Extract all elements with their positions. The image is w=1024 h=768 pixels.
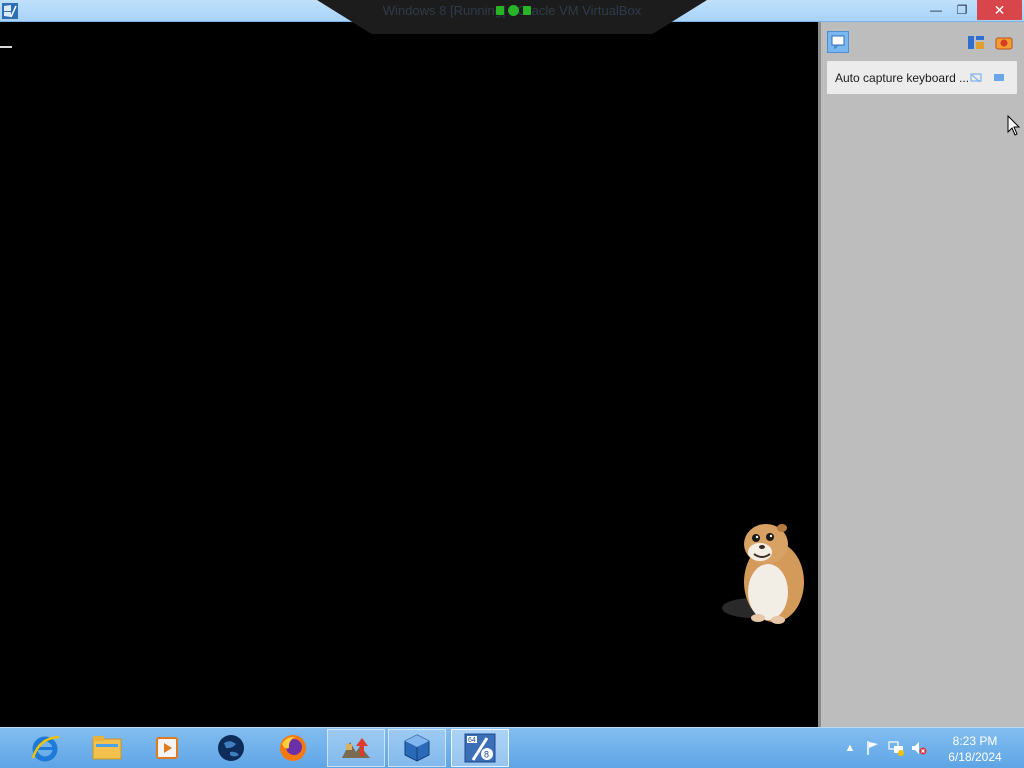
notification-panel-icon[interactable]: [827, 31, 849, 53]
network-icon[interactable]: [888, 740, 904, 756]
taskbar-firefox[interactable]: [264, 729, 322, 767]
taskbar-internet-explorer[interactable]: [16, 729, 74, 767]
window-title-bar[interactable]: Windows 8 [Running] - Oracle VM VirtualB…: [0, 0, 1024, 34]
action-center-flag-icon[interactable]: [865, 740, 881, 756]
firefox-icon: [280, 735, 306, 761]
toolbox-icon: [342, 738, 370, 758]
text-cursor: [0, 46, 12, 48]
taskbar-media-player[interactable]: [138, 729, 196, 767]
file-explorer-icon: [92, 736, 122, 760]
globe-icon: [218, 735, 244, 761]
restore-button[interactable]: ❐: [950, 0, 974, 20]
mouse-pointer-icon: [1007, 114, 1021, 137]
media-player-icon: [156, 737, 178, 759]
close-button[interactable]: ✕: [977, 0, 1022, 20]
notification-text: Auto capture keyboard ...: [835, 71, 970, 85]
taskbar: 64 8 ▲ 8:23 PM 6/18/2024: [0, 727, 1024, 768]
vm-windows8-icon: 64 8: [464, 733, 496, 763]
taskbar-earth[interactable]: [202, 729, 260, 767]
keyboard-capture-icon[interactable]: [965, 32, 987, 54]
volume-muted-icon[interactable]: [911, 740, 927, 756]
show-hidden-icons-arrow[interactable]: ▲: [842, 740, 858, 756]
clock-date: 6/18/2024: [948, 750, 1002, 764]
minimize-button[interactable]: —: [924, 0, 948, 20]
virtualbox-icon: [404, 734, 430, 762]
svg-text:64: 64: [468, 737, 476, 744]
taskbar-file-explorer[interactable]: [78, 729, 136, 767]
notification-side-panel: Auto capture keyboard ...: [818, 22, 1024, 727]
windows-8-vm-icon[interactable]: [2, 3, 18, 19]
mouse-integration-icon[interactable]: [993, 32, 1015, 54]
taskbar-toolbox[interactable]: [327, 729, 385, 767]
hamster-desktop-pet[interactable]: [716, 500, 812, 632]
notification-message: Auto capture keyboard ...: [827, 61, 1017, 94]
clock-time: 8:23 PM: [952, 734, 998, 748]
internet-explorer-icon: [31, 735, 60, 762]
vm-display[interactable]: [0, 22, 818, 727]
taskbar-windows8-vm[interactable]: 64 8: [451, 729, 509, 767]
pin-icon[interactable]: [993, 71, 1005, 83]
taskbar-clock[interactable]: 8:23 PM 6/18/2024: [942, 733, 1008, 765]
system-tray: ▲: [842, 738, 927, 758]
svg-text:8: 8: [484, 750, 489, 760]
vm-activity-indicator: [496, 5, 531, 16]
taskbar-virtualbox[interactable]: [388, 729, 446, 767]
dismiss-icon[interactable]: [970, 71, 982, 83]
